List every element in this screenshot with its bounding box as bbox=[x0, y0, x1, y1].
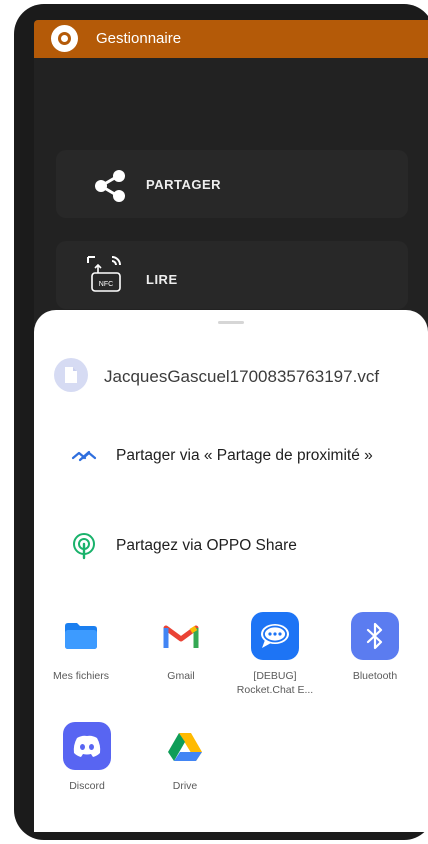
folder-icon bbox=[57, 612, 105, 660]
share-sheet: JacquesGascuel1700835763197.vcf Partager… bbox=[34, 310, 428, 832]
share-card[interactable]: PARTAGER bbox=[56, 150, 408, 218]
bluetooth-icon bbox=[351, 612, 399, 660]
app-label: Bluetooth bbox=[352, 670, 398, 682]
app-title: Gestionnaire bbox=[96, 30, 182, 47]
gmail-icon bbox=[157, 612, 205, 660]
app-label: [DEBUG] Rocket.Chat E... bbox=[236, 670, 314, 696]
read-card-label: LIRE bbox=[146, 272, 178, 287]
app-bluetooth[interactable]: Bluetooth bbox=[328, 612, 422, 683]
app-drive[interactable]: Drive bbox=[138, 722, 232, 793]
read-card[interactable]: NFC LIRE bbox=[56, 241, 408, 309]
file-icon bbox=[54, 358, 88, 392]
nearby-share-label: Partager via « Partage de proximité » bbox=[116, 447, 373, 464]
app-rocket-chat[interactable]: [DEBUG] Rocket.Chat E... bbox=[228, 612, 322, 697]
discord-icon bbox=[63, 722, 111, 770]
file-name: JacquesGascuel1700835763197.vcf bbox=[104, 367, 380, 386]
nearby-share-icon bbox=[71, 450, 97, 462]
oppo-share-icon bbox=[73, 533, 95, 560]
oppo-share-label: Partagez via OPPO Share bbox=[116, 537, 297, 554]
oppo-share-option[interactable]: Partagez via OPPO Share bbox=[70, 532, 297, 560]
app-label: Discord bbox=[69, 780, 105, 792]
app-discord[interactable]: Discord bbox=[40, 722, 134, 793]
nearby-share-option[interactable]: Partager via « Partage de proximité » bbox=[70, 444, 373, 468]
app-label: Gmail bbox=[167, 670, 195, 682]
drive-icon bbox=[161, 722, 209, 770]
nfc-read-icon: NFC bbox=[87, 256, 121, 292]
rocket-chat-icon bbox=[251, 612, 299, 660]
app-gmail[interactable]: Gmail bbox=[134, 612, 228, 683]
app-label: Drive bbox=[172, 780, 198, 792]
app-mes-fichiers[interactable]: Mes fichiers bbox=[34, 612, 128, 683]
app-logo-icon bbox=[51, 25, 78, 52]
share-icon bbox=[95, 170, 125, 202]
share-card-label: PARTAGER bbox=[146, 177, 222, 192]
app-bar: Gestionnaire bbox=[34, 20, 428, 58]
sheet-handle[interactable] bbox=[218, 321, 244, 324]
nfc-tag-text: NFC bbox=[99, 281, 113, 288]
app-label: Mes fichiers bbox=[52, 670, 109, 682]
